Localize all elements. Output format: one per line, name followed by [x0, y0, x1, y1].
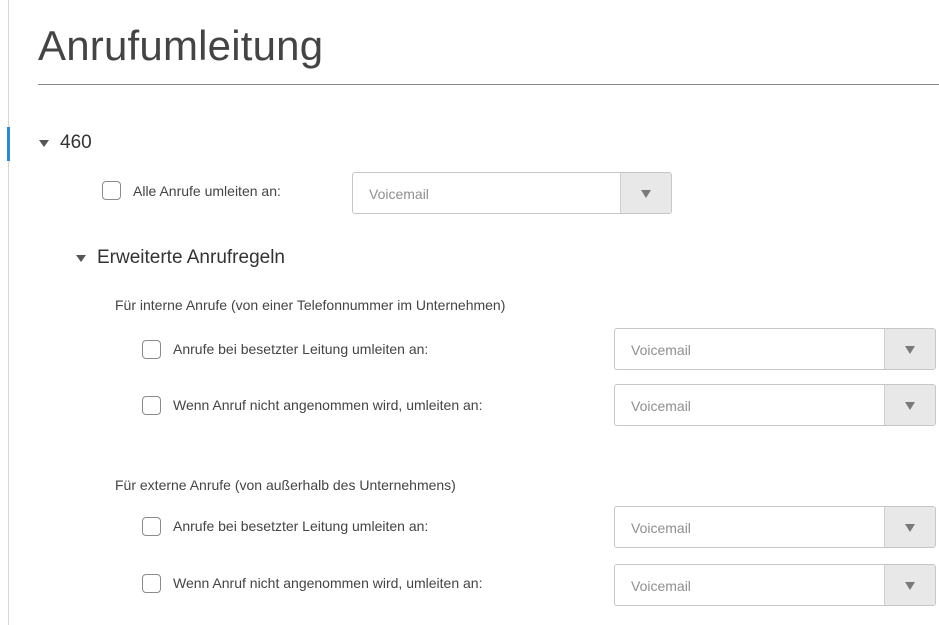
external-busy-label: Anrufe bei besetzter Leitung umleiten an… [173, 518, 429, 534]
external-noanswer-select-value: Voicemail [631, 578, 691, 594]
internal-busy-select[interactable]: Voicemail [614, 328, 936, 370]
dropdown-button[interactable] [884, 385, 935, 425]
chevron-down-icon [905, 582, 915, 590]
external-noanswer-checkbox[interactable] [142, 574, 161, 593]
external-busy-select-value: Voicemail [631, 520, 691, 536]
internal-noanswer-checkbox[interactable] [142, 396, 161, 415]
page-title: Anrufumleitung [38, 22, 324, 69]
dropdown-button[interactable] [884, 329, 935, 369]
external-noanswer-select[interactable]: Voicemail [614, 564, 936, 606]
all-calls-select[interactable]: Voicemail [352, 172, 672, 214]
chevron-down-icon [905, 346, 915, 354]
collapse-triangle-icon[interactable] [76, 255, 86, 262]
call-forwarding-page: Anrufumleitung 460 Alle Anrufe umleiten … [0, 0, 939, 625]
all-calls-checkbox[interactable] [102, 181, 121, 200]
internal-noanswer-label: Wenn Anruf nicht angenommen wird, umleit… [173, 397, 483, 413]
chevron-down-icon [641, 190, 651, 198]
all-calls-label: Alle Anrufe umleiten an: [133, 183, 281, 199]
collapse-triangle-icon[interactable] [39, 140, 49, 147]
internal-calls-heading: Für interne Anrufe (von einer Telefonnum… [115, 297, 506, 313]
all-calls-select-value: Voicemail [369, 186, 429, 202]
line-number[interactable]: 460 [60, 132, 92, 154]
chevron-down-icon [905, 402, 915, 410]
left-border [8, 0, 9, 625]
external-busy-select[interactable]: Voicemail [614, 506, 936, 548]
internal-noanswer-select-value: Voicemail [631, 398, 691, 414]
advanced-rules-heading[interactable]: Erweiterte Anrufregeln [97, 247, 285, 269]
selection-indicator [7, 127, 10, 161]
internal-noanswer-select[interactable]: Voicemail [614, 384, 936, 426]
external-busy-checkbox[interactable] [142, 517, 161, 536]
dropdown-button[interactable] [620, 173, 671, 213]
internal-busy-select-value: Voicemail [631, 342, 691, 358]
external-calls-heading: Für externe Anrufe (von außerhalb des Un… [115, 477, 456, 493]
external-noanswer-label: Wenn Anruf nicht angenommen wird, umleit… [173, 575, 483, 591]
dropdown-button[interactable] [884, 565, 935, 605]
chevron-down-icon [905, 524, 915, 532]
internal-busy-checkbox[interactable] [142, 340, 161, 359]
internal-busy-label: Anrufe bei besetzter Leitung umleiten an… [173, 341, 429, 357]
dropdown-button[interactable] [884, 507, 935, 547]
title-divider [38, 84, 939, 85]
